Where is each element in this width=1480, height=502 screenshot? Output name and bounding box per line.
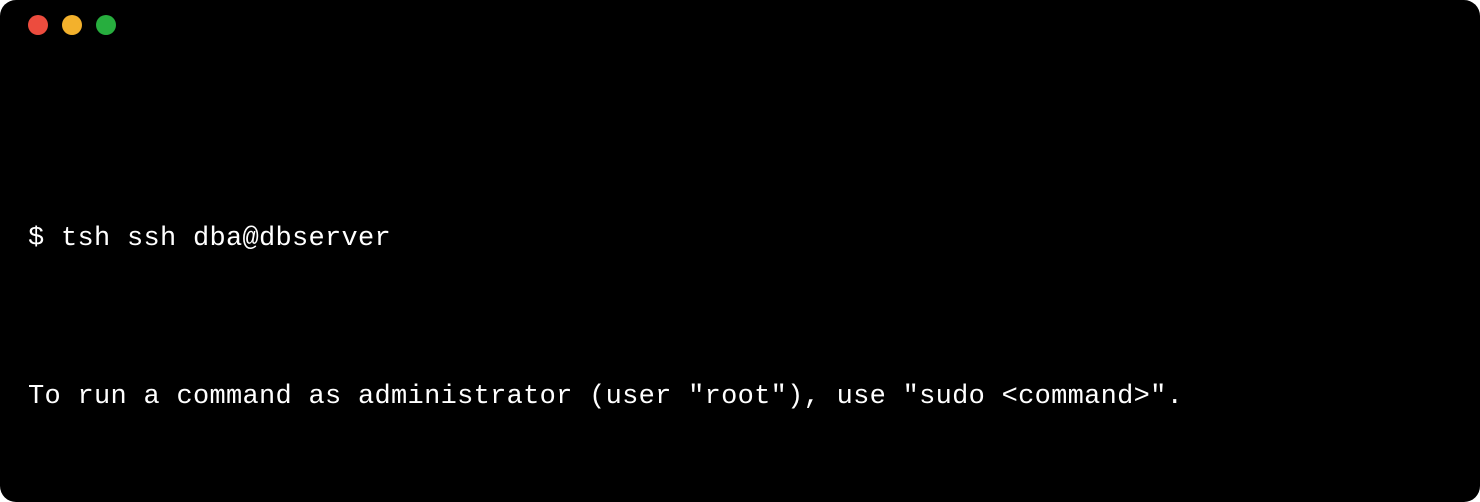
terminal-window: $ tsh ssh dba@dbserver To run a command … xyxy=(0,0,1480,502)
terminal-content[interactable]: $ tsh ssh dba@dbserver To run a command … xyxy=(0,50,1480,502)
terminal-line: To run a command as administrator (user … xyxy=(28,371,1452,424)
close-button[interactable] xyxy=(28,15,48,35)
terminal-line: $ tsh ssh dba@dbserver xyxy=(28,213,1452,266)
minimize-button[interactable] xyxy=(62,15,82,35)
maximize-button[interactable] xyxy=(96,15,116,35)
title-bar xyxy=(0,0,1480,50)
